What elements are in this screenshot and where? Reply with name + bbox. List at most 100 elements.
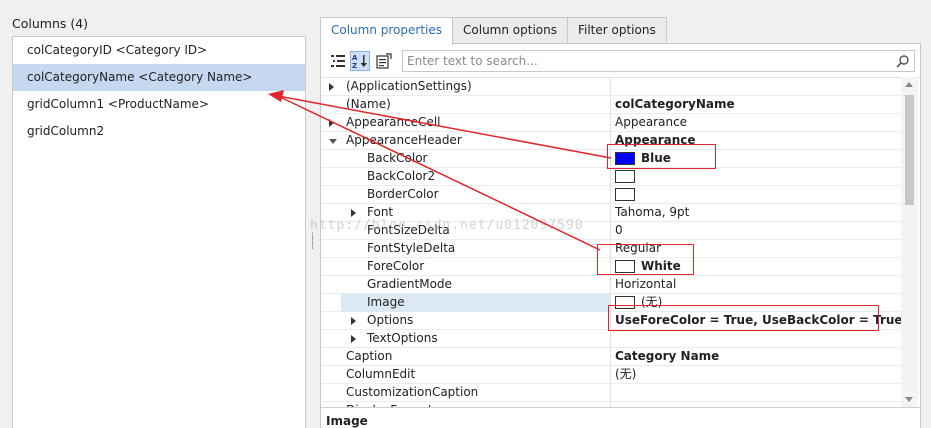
property-value[interactable]: (无) bbox=[610, 294, 903, 312]
property-name: ColumnEdit bbox=[346, 367, 416, 381]
column-list-item[interactable]: colCategoryID <Category ID> bbox=[13, 37, 305, 64]
property-pages-icon bbox=[376, 53, 392, 69]
property-name: BorderColor bbox=[367, 187, 439, 201]
expand-arrow-icon[interactable] bbox=[351, 209, 356, 217]
scroll-up-icon[interactable] bbox=[905, 82, 913, 87]
row-gutter bbox=[321, 258, 341, 276]
expand-arrow-icon[interactable] bbox=[351, 317, 356, 325]
property-row[interactable]: AppearanceHeader Appearance bbox=[321, 132, 903, 150]
property-grid: (ApplicationSettings) (Name) colCategoryNa… bbox=[321, 77, 920, 407]
property-name: TextOptions bbox=[367, 331, 438, 345]
property-value[interactable] bbox=[610, 186, 903, 204]
property-name: Options bbox=[367, 313, 414, 327]
property-pages-button[interactable] bbox=[374, 51, 394, 71]
property-value[interactable]: colCategoryName bbox=[610, 96, 903, 114]
property-value[interactable] bbox=[610, 330, 903, 348]
property-value[interactable]: Tahoma, 9pt bbox=[610, 204, 903, 222]
property-value-text: Horizontal bbox=[615, 277, 677, 291]
tab-filter-options[interactable]: Filter options bbox=[566, 17, 667, 44]
toolbar: A Z bbox=[321, 44, 920, 77]
alphabetical-sort-icon: A Z bbox=[352, 54, 367, 69]
property-value[interactable]: Category Name bbox=[610, 348, 903, 366]
property-row[interactable]: CustomizationCaption bbox=[321, 384, 903, 402]
property-row[interactable]: (Name) colCategoryName bbox=[321, 96, 903, 114]
property-value-text: colCategoryName bbox=[615, 97, 735, 111]
description-panel-title: Image bbox=[321, 407, 920, 428]
row-gutter bbox=[321, 312, 341, 330]
property-row[interactable]: Image (无) bbox=[321, 294, 903, 312]
property-value[interactable]: Appearance bbox=[610, 132, 903, 150]
property-row[interactable]: AppearanceCell Appearance bbox=[321, 114, 903, 132]
property-value[interactable]: Horizontal bbox=[610, 276, 903, 294]
color-swatch-icon bbox=[615, 152, 635, 165]
property-row[interactable]: Font Tahoma, 9pt bbox=[321, 204, 903, 222]
property-value-text: Appearance bbox=[615, 133, 696, 147]
property-name: GradientMode bbox=[367, 277, 452, 291]
expand-arrow-icon[interactable] bbox=[329, 83, 334, 91]
row-gutter bbox=[321, 348, 341, 366]
property-row[interactable]: Options UseForeColor = True, UseBackColor… bbox=[321, 312, 903, 330]
property-row[interactable]: (ApplicationSettings) bbox=[321, 78, 903, 96]
search-icon[interactable] bbox=[896, 54, 910, 68]
expand-arrow-icon[interactable] bbox=[351, 335, 356, 343]
row-gutter bbox=[321, 276, 341, 294]
property-value-text: Tahoma, 9pt bbox=[615, 205, 690, 219]
color-swatch-icon bbox=[615, 260, 635, 273]
row-gutter bbox=[321, 222, 341, 240]
row-gutter bbox=[321, 186, 341, 204]
property-row[interactable]: ColumnEdit (无) bbox=[321, 366, 903, 384]
row-gutter bbox=[321, 96, 341, 114]
row-gutter bbox=[321, 240, 341, 258]
color-swatch-icon bbox=[615, 296, 635, 309]
search-box[interactable] bbox=[402, 50, 915, 72]
property-value-text: Category Name bbox=[615, 349, 720, 363]
property-value[interactable]: Blue bbox=[610, 150, 903, 168]
row-gutter bbox=[321, 330, 341, 348]
splitter-grip[interactable]: ⁞ ⁞ ⁞ bbox=[311, 232, 314, 252]
property-name: FontStyleDelta bbox=[367, 241, 456, 255]
tab-column-options[interactable]: Column options bbox=[452, 17, 568, 44]
tab-strip: Column properties Column options Filter op… bbox=[320, 17, 667, 45]
property-value-text: (无) bbox=[615, 367, 637, 381]
property-value[interactable] bbox=[610, 168, 903, 186]
color-swatch-icon bbox=[615, 170, 635, 183]
property-value[interactable]: UseForeColor = True, UseBackColor = True bbox=[610, 312, 903, 330]
property-row[interactable]: ForeColor White bbox=[321, 258, 903, 276]
property-name: AppearanceCell bbox=[346, 115, 441, 129]
property-row[interactable]: GradientMode Horizontal bbox=[321, 276, 903, 294]
categorized-icon bbox=[331, 55, 345, 67]
column-list-item[interactable]: gridColumn2 bbox=[13, 118, 305, 145]
property-value[interactable] bbox=[610, 384, 903, 402]
property-value[interactable]: Regular bbox=[610, 240, 903, 258]
column-list-item[interactable]: colCategoryName <Category Name> bbox=[13, 64, 305, 91]
categorized-button[interactable] bbox=[328, 51, 348, 71]
row-gutter bbox=[321, 294, 341, 312]
columns-list[interactable]: colCategoryID <Category ID> colCategoryNa… bbox=[12, 36, 306, 428]
property-value[interactable]: (无) bbox=[610, 366, 903, 384]
property-row[interactable]: BorderColor bbox=[321, 186, 903, 204]
property-value[interactable]: 0 bbox=[610, 222, 903, 240]
property-row[interactable]: FontStyleDelta Regular bbox=[321, 240, 903, 258]
property-row[interactable]: BackColor Blue bbox=[321, 150, 903, 168]
scroll-down-icon[interactable] bbox=[905, 397, 913, 402]
property-row[interactable]: Caption Category Name bbox=[321, 348, 903, 366]
property-name: FontSizeDelta bbox=[367, 223, 450, 237]
property-name: BackColor2 bbox=[367, 169, 436, 183]
search-input[interactable] bbox=[403, 51, 883, 71]
column-list-item[interactable]: gridColumn1 <ProductName> bbox=[13, 91, 305, 118]
vertical-scrollbar[interactable] bbox=[901, 77, 918, 407]
collapse-arrow-icon[interactable] bbox=[329, 139, 337, 144]
property-value[interactable]: White bbox=[610, 258, 903, 276]
property-name: BackColor bbox=[367, 151, 428, 165]
property-row[interactable]: BackColor2 bbox=[321, 168, 903, 186]
expand-arrow-icon[interactable] bbox=[329, 119, 334, 127]
property-value[interactable]: Appearance bbox=[610, 114, 903, 132]
alphabetical-button[interactable]: A Z bbox=[350, 51, 370, 71]
property-row[interactable]: TextOptions bbox=[321, 330, 903, 348]
property-value-text: White bbox=[641, 259, 681, 273]
property-name: AppearanceHeader bbox=[346, 133, 462, 147]
property-row[interactable]: FontSizeDelta 0 bbox=[321, 222, 903, 240]
scroll-thumb[interactable] bbox=[905, 95, 914, 205]
tab-column-properties[interactable]: Column properties bbox=[320, 17, 454, 45]
property-value[interactable] bbox=[610, 78, 903, 96]
